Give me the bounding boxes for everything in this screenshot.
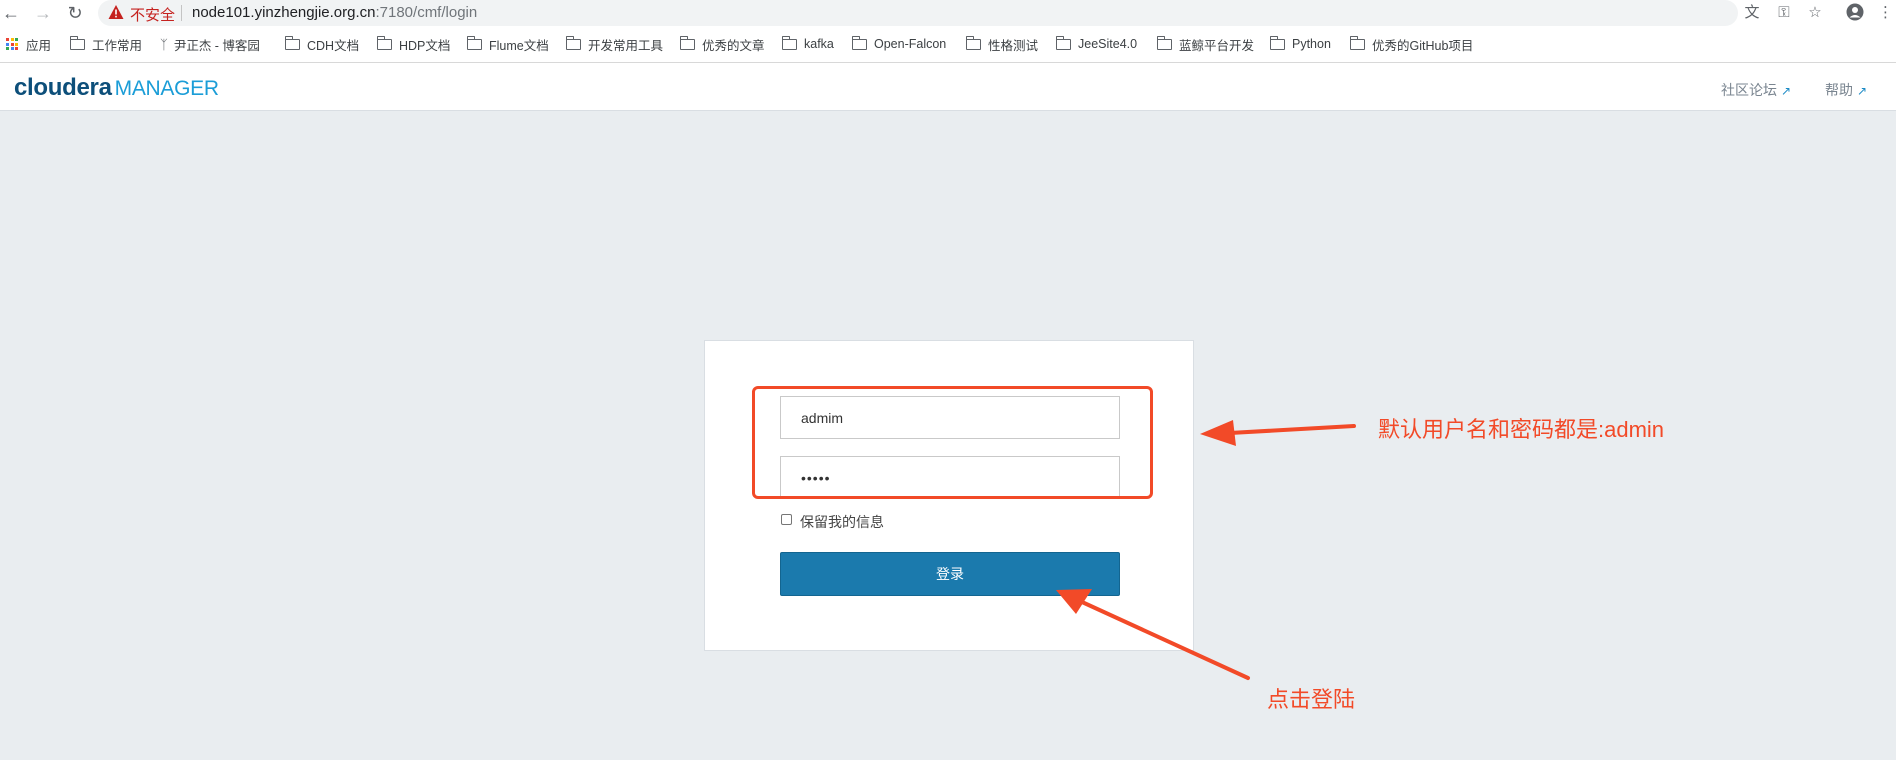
credentials-annotation: 默认用户名和密码都是:admin — [1378, 417, 1665, 442]
community-link-label: 社区论坛 — [1721, 82, 1777, 98]
folder-icon — [781, 35, 797, 50]
back-arrow-icon[interactable]: ← — [0, 2, 22, 24]
logo-product: MANAGER — [114, 77, 219, 100]
folder-icon — [1269, 35, 1285, 50]
bookmark-folder[interactable]: Flume文档 — [466, 32, 549, 56]
login-button[interactable]: 登录 — [780, 552, 1120, 596]
bookmark-label: 性格测试 — [988, 38, 1039, 53]
bookmark-folder[interactable]: CDH文档 — [284, 32, 360, 56]
bookmark-label: kafka — [804, 37, 834, 51]
bookmark-folder[interactable]: 优秀的GitHub项目 — [1349, 32, 1474, 56]
help-link[interactable]: 帮助 ↗ — [1825, 80, 1867, 100]
star-icon[interactable]: ☆ — [1805, 3, 1825, 23]
profile-icon[interactable] — [1845, 3, 1865, 23]
bookmark-folder[interactable]: 工作常用 — [69, 32, 143, 56]
bookmark-label: Python — [1292, 37, 1331, 51]
bookmark-folder[interactable]: Python — [1269, 32, 1331, 56]
external-link-icon: ↗ — [1781, 84, 1792, 98]
bookmark-label: CDH文档 — [307, 38, 360, 53]
help-link-label: 帮助 — [1825, 82, 1853, 98]
bookmark-folder[interactable]: 优秀的文章 — [679, 32, 765, 56]
credentials-highlight-box — [752, 386, 1153, 499]
folder-icon — [284, 35, 300, 50]
bookmark-label: 优秀的文章 — [702, 38, 765, 53]
translate-icon[interactable]: 文 — [1742, 3, 1762, 23]
bookmark-label: Flume文档 — [489, 38, 549, 53]
bookmark-label: 尹正杰 - 博客园 — [173, 38, 260, 53]
bookmark-label: JeeSite4.0 — [1078, 37, 1138, 51]
app-header — [0, 63, 1896, 111]
bookmark-folder[interactable]: 开发常用工具 — [565, 32, 664, 56]
bookmark-label: Open-Falcon — [874, 37, 947, 51]
bookmark-folder[interactable]: HDP文档 — [376, 32, 451, 56]
folder-icon — [69, 35, 85, 50]
bookmark-site[interactable]: ᛉ 尹正杰 - 博客园 — [160, 32, 260, 56]
url-path: :7180/cmf/login — [375, 4, 478, 21]
bookmark-folder[interactable]: kafka — [781, 32, 834, 56]
forward-arrow-icon[interactable]: → — [32, 2, 54, 24]
key-icon[interactable]: ⚿ — [1774, 3, 1794, 23]
community-forum-link[interactable]: 社区论坛 ↗ — [1721, 80, 1791, 100]
click-login-annotation: 点击登陆 — [1267, 687, 1356, 712]
url-host: node101.yinzhengjie.org.cn — [192, 4, 376, 21]
folder-icon — [376, 35, 392, 50]
remember-me-label: 保留我的信息 — [800, 514, 884, 530]
bookmark-label: 优秀的GitHub项目 — [1372, 38, 1474, 53]
apps-grid-icon — [6, 38, 18, 50]
bookmark-label: 开发常用工具 — [588, 38, 664, 53]
site-icon: ᛉ — [160, 36, 168, 52]
folder-icon — [965, 35, 981, 50]
folder-icon — [851, 35, 867, 50]
bookmark-label: 工作常用 — [92, 38, 143, 53]
bookmark-folder[interactable]: 性格测试 — [965, 32, 1039, 56]
menu-icon[interactable]: ⋮ — [1878, 3, 1893, 23]
external-link-icon: ↗ — [1857, 84, 1868, 98]
security-status[interactable]: 不安全 — [130, 4, 175, 25]
bookmark-folder[interactable]: Open-Falcon — [851, 32, 947, 56]
bookmark-folder[interactable]: JeeSite4.0 — [1055, 32, 1138, 56]
reload-icon[interactable]: ↻ — [64, 2, 86, 24]
warning-icon — [108, 5, 124, 19]
folder-icon — [565, 35, 581, 50]
bookmark-folder[interactable]: 蓝鲸平台开发 — [1156, 32, 1255, 56]
folder-icon — [1055, 35, 1071, 50]
remember-me-checkbox[interactable] — [781, 514, 792, 525]
bookmark-label: HDP文档 — [399, 38, 451, 53]
address-separator — [181, 5, 182, 21]
folder-icon — [679, 35, 695, 50]
folder-icon — [466, 35, 482, 50]
bookmarks-bar: 应用 工作常用 ᛉ 尹正杰 - 博客园 CDH文档 HDP文档 Flume文档 开… — [0, 32, 1896, 56]
cloudera-manager-logo[interactable]: cloudera MANAGER — [14, 74, 219, 102]
url-text[interactable]: node101.yinzhengjie.org.cn:7180/cmf/logi… — [192, 4, 477, 21]
bookmark-apps[interactable]: 应用 — [6, 32, 51, 56]
folder-icon — [1349, 35, 1365, 50]
bookmark-label: 应用 — [26, 38, 52, 53]
logo-brand: cloudera — [14, 74, 112, 101]
folder-icon — [1156, 35, 1172, 50]
bookmark-label: 蓝鲸平台开发 — [1179, 38, 1255, 53]
